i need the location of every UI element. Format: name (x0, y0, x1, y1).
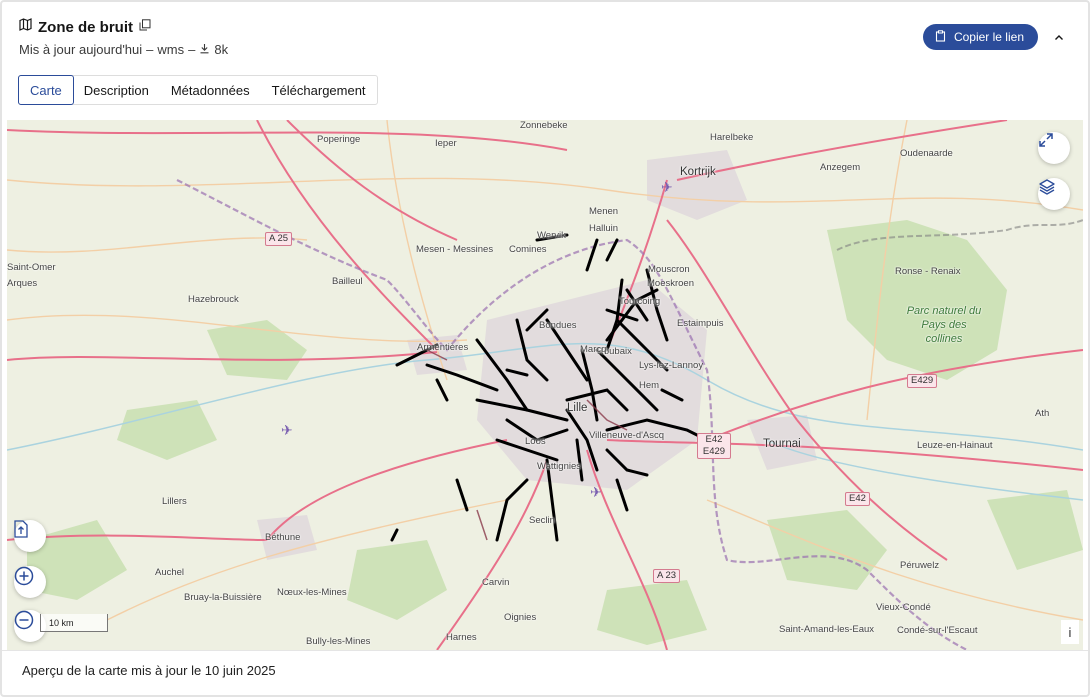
place-label: Lillers (162, 496, 187, 507)
place-label: Estaimpuis (677, 318, 724, 329)
place-label: Nœux-les-Mines (277, 587, 347, 598)
place-label: Anzegem (820, 162, 861, 173)
tab-description[interactable]: Description (73, 76, 160, 104)
svg-text:✈: ✈ (661, 180, 673, 196)
place-label: Lille (567, 402, 588, 414)
road-badge: E42 E429 (697, 433, 731, 459)
place-label: Hem (639, 380, 660, 391)
scale-bar: 10 km (40, 614, 108, 632)
place-label: Tourcoing (619, 296, 661, 307)
download-icon (199, 42, 210, 57)
place-label: Ronse - Renaix (895, 266, 961, 277)
layers-button[interactable] (1038, 178, 1070, 210)
place-label: Bondues (539, 320, 577, 331)
place-label: Bruay-la-Buissière (184, 592, 262, 603)
place-label: Zonnebeke (520, 120, 568, 131)
place-label: Mouscron (648, 264, 690, 275)
place-label: Saint-Amand-les-Eaux (779, 624, 875, 635)
fullscreen-button[interactable] (1038, 132, 1070, 164)
page-title: Zone de bruit (38, 18, 133, 36)
meta-separator: – (188, 42, 196, 57)
tab-metadonnees[interactable]: Métadonnées (160, 76, 261, 104)
place-label: Wattignies (537, 461, 581, 472)
map-icon (19, 18, 32, 36)
place-label: Péruwelz (900, 560, 940, 571)
road-badge: A 25 (265, 232, 293, 246)
place-label: Béthune (265, 532, 301, 543)
place-label: Auchel (155, 567, 185, 578)
place-label: Bully-les-Mines (306, 636, 371, 647)
place-label: Marcq (580, 344, 607, 355)
card-header: Zone de bruit Mis à jour aujourd'hui – w… (2, 2, 1088, 120)
place-label: Arques (7, 278, 38, 289)
place-label: Wervik (537, 230, 566, 241)
zoom-in-button[interactable] (14, 566, 46, 598)
svg-text:✈: ✈ (281, 423, 293, 439)
place-label: Lys-lez-Lannoy (639, 360, 704, 371)
meta-downloads: 8k (214, 42, 229, 57)
place-label: Tournai (763, 438, 801, 450)
meta-format: wms (157, 42, 185, 57)
copy-icon[interactable] (139, 18, 151, 36)
map-view[interactable]: ✈ ✈ ✈ Poperinge Ieper Harelbeke Kortrijk… (7, 120, 1083, 650)
copy-link-label: Copier le lien (953, 30, 1024, 44)
dataset-card: Zone de bruit Mis à jour aujourd'hui – w… (0, 0, 1090, 697)
svg-text:✈: ✈ (590, 485, 602, 501)
meta-updated: Mis à jour aujourd'hui (19, 42, 143, 57)
place-label: Poperinge (317, 134, 361, 145)
place-label: Vieux-Condé (876, 602, 931, 613)
clipboard-icon (935, 29, 946, 45)
place-label: Villeneuve-d'Ascq (589, 430, 665, 441)
place-label: Halluin (589, 223, 619, 234)
place-label: Carvin (482, 577, 510, 588)
place-label: Saint-Omer (7, 262, 56, 273)
place-label: Armentières (417, 342, 469, 353)
title-row: Zone de bruit (19, 18, 151, 36)
place-label: Hazebrouck (188, 294, 239, 305)
place-label: Menen (589, 206, 619, 217)
place-label: Ath (1035, 408, 1050, 419)
place-label: Kortrijk (680, 166, 716, 178)
place-label: Condé-sur-l'Escaut (897, 625, 978, 636)
place-label: Seclin (529, 515, 555, 526)
tab-carte[interactable]: Carte (18, 75, 74, 105)
tab-bar: Carte Description Métadonnées Télécharge… (18, 75, 378, 105)
place-label: Harelbeke (710, 132, 754, 143)
place-label: Harnes (446, 632, 477, 643)
place-label: Oignies (504, 612, 537, 623)
export-button[interactable] (14, 520, 46, 552)
road-badge: E42 (845, 492, 870, 506)
meta-separator: – (146, 42, 154, 57)
place-label: Comines (509, 244, 547, 255)
dataset-meta: Mis à jour aujourd'hui – wms – 8k (19, 42, 228, 57)
place-label: Moeskroen (647, 278, 694, 289)
park-label: Parc naturel du Pays des collines (906, 305, 982, 345)
chevron-up-icon (1054, 28, 1064, 46)
map-footer: Aperçu de la carte mis à jour le 10 juin… (2, 650, 1088, 691)
collapse-button[interactable] (1050, 28, 1068, 46)
place-label: Loos (525, 436, 546, 447)
place-label: Leuze-en-Hainaut (917, 440, 993, 451)
place-label: Oudenaarde (900, 148, 953, 159)
tab-telechargement[interactable]: Téléchargement (261, 76, 377, 104)
info-button[interactable]: i (1061, 620, 1079, 644)
road-badge: E429 (907, 374, 938, 388)
place-label: Mesen - Messines (416, 244, 494, 255)
place-label: Bailleul (332, 276, 363, 287)
map-update-note: Aperçu de la carte mis à jour le 10 juin… (22, 663, 276, 678)
road-badge: A 23 (653, 569, 681, 583)
copy-link-button[interactable]: Copier le lien (922, 24, 1038, 50)
place-label: Ieper (435, 138, 457, 149)
